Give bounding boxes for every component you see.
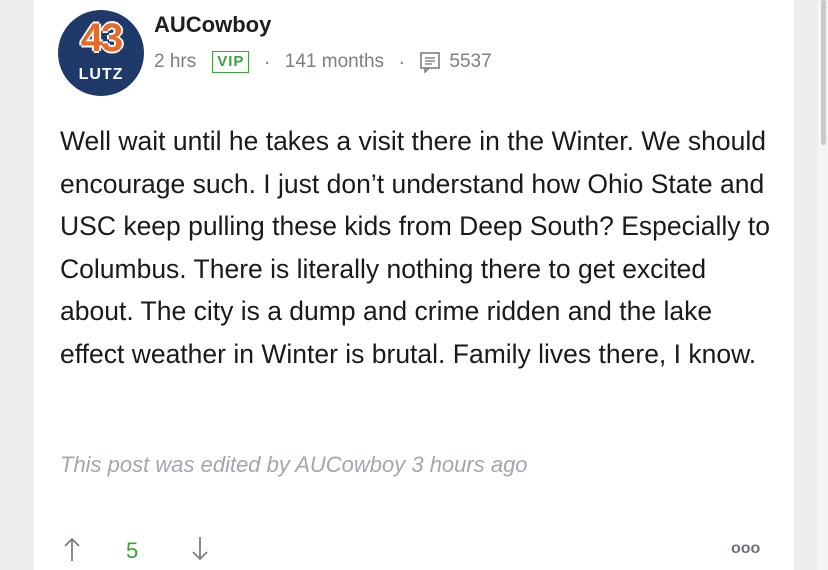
separator-dot: · bbox=[263, 49, 271, 74]
vip-badge: VIP bbox=[212, 51, 250, 73]
scrollbar[interactable] bbox=[818, 0, 828, 570]
author-name[interactable]: AUCowboy bbox=[154, 12, 271, 38]
post-meta: 2 hrs VIP · 141 months · 5537 bbox=[154, 48, 492, 76]
post-time: 2 hrs bbox=[154, 51, 197, 72]
avatar-number: 43 bbox=[80, 16, 124, 60]
upvote-arrow-icon[interactable] bbox=[62, 536, 82, 562]
post-count: 5537 bbox=[449, 51, 492, 72]
member-tenure: 141 months bbox=[284, 51, 385, 72]
vote-count: 5 bbox=[126, 538, 139, 563]
separator-dot: · bbox=[398, 49, 406, 74]
downvote-arrow-icon[interactable] bbox=[190, 536, 210, 562]
post-body: Well wait until he takes a visit there i… bbox=[60, 126, 770, 369]
more-options-icon[interactable]: ooo bbox=[731, 540, 760, 558]
scrollbar-thumb[interactable] bbox=[821, 0, 826, 145]
avatar[interactable]: 43 LUTZ bbox=[58, 10, 144, 96]
edited-note: This post was edited by AUCowboy 3 hours… bbox=[60, 452, 528, 477]
posts-icon bbox=[420, 52, 441, 73]
avatar-name: LUTZ bbox=[78, 66, 124, 83]
